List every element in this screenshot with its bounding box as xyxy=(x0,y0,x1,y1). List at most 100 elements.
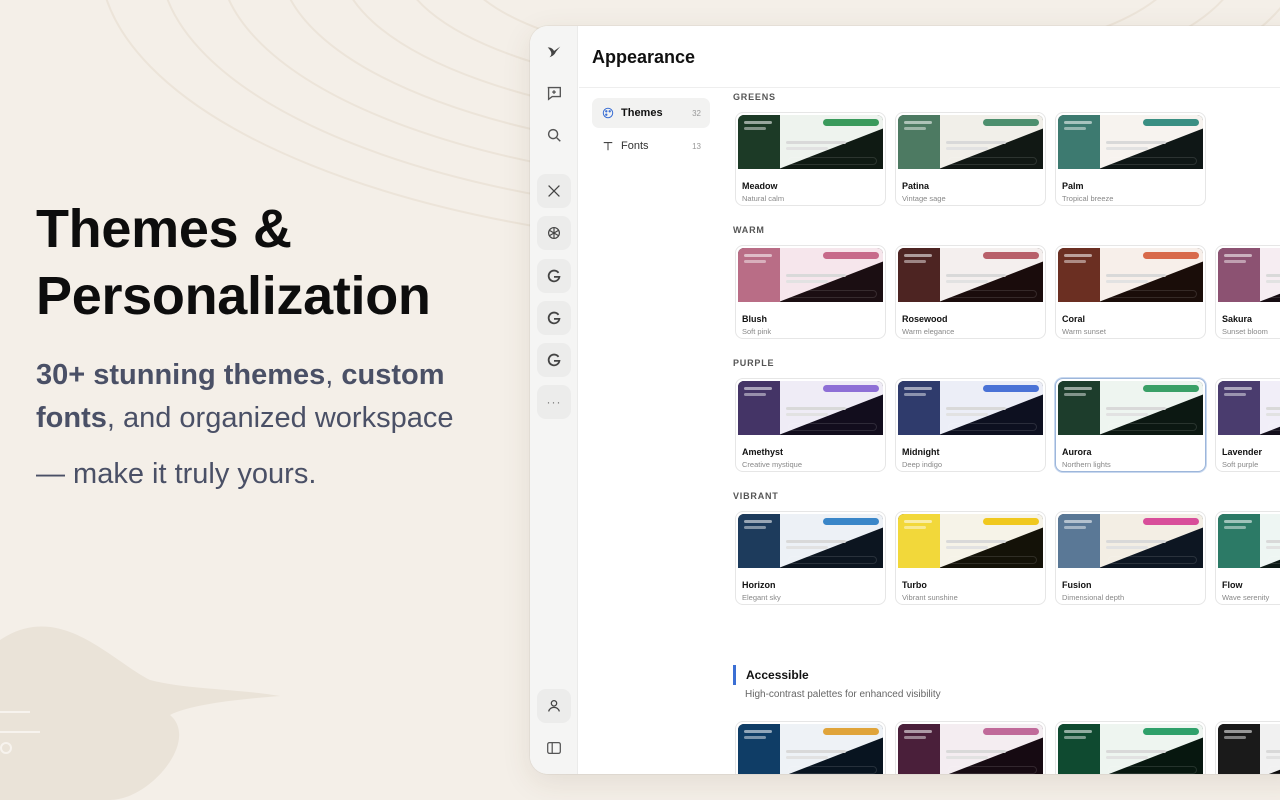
theme-card[interactable]: Palm Tropical breeze xyxy=(1055,112,1206,206)
preview-line xyxy=(744,254,772,257)
theme-card[interactable]: Blush Soft pink xyxy=(735,245,886,339)
hero-tagline: — make it truly yours. xyxy=(36,458,317,490)
theme-card[interactable]: Amethyst Creative mystique xyxy=(735,378,886,472)
theme-preview xyxy=(738,514,883,568)
preview-line xyxy=(1266,756,1280,759)
theme-desc: Vibrant sunshine xyxy=(902,593,958,602)
palette-icon xyxy=(601,106,615,120)
google-icon[interactable] xyxy=(537,301,571,335)
theme-card[interactable]: Lavender Soft purple xyxy=(1215,378,1280,472)
theme-name: Fusion xyxy=(1062,580,1092,590)
app-window: ··· Appearance Themes 32 Fonts 13 GREENS… xyxy=(530,26,1280,774)
preview-line xyxy=(744,520,772,523)
preview-line xyxy=(1266,280,1280,283)
section-label-purple: PURPLE xyxy=(733,358,775,368)
preview-accent xyxy=(823,518,879,525)
theme-desc: Sunset bloom xyxy=(1222,327,1268,336)
theme-preview xyxy=(1218,248,1280,302)
theme-card[interactable]: Horizon Elegant sky xyxy=(735,511,886,605)
preview-line xyxy=(1224,526,1246,529)
theme-preview xyxy=(898,724,1043,774)
preview-line xyxy=(1224,520,1252,523)
new-chat-icon[interactable] xyxy=(537,76,571,110)
user-icon[interactable] xyxy=(537,689,571,723)
preview-input xyxy=(948,423,1037,431)
theme-row: Meadow Natural calm Patina Vintage sage Palm… xyxy=(735,112,1206,206)
sidebar-toggle-icon[interactable] xyxy=(537,731,571,765)
theme-card[interactable]: Noir xyxy=(1215,721,1280,774)
theme-name: Turbo xyxy=(902,580,927,590)
preview-line xyxy=(946,756,988,759)
preview-line xyxy=(904,260,926,263)
subnav-item-themes[interactable]: Themes 32 xyxy=(592,98,710,128)
theme-name: Flow xyxy=(1222,580,1243,590)
theme-preview xyxy=(1058,381,1203,435)
preview-line xyxy=(744,736,766,739)
theme-name: Horizon xyxy=(742,580,776,590)
theme-card[interactable]: Coral Warm sunset xyxy=(1055,245,1206,339)
search-icon[interactable] xyxy=(537,118,571,152)
x-icon[interactable] xyxy=(537,174,571,208)
preview-line xyxy=(946,540,1006,543)
theme-card[interactable]: Rosewood Warm elegance xyxy=(895,245,1046,339)
preview-line xyxy=(786,407,846,410)
google-icon[interactable] xyxy=(537,259,571,293)
preview-line xyxy=(786,413,828,416)
theme-preview xyxy=(1058,248,1203,302)
subnav-item-fonts[interactable]: Fonts 13 xyxy=(592,131,710,161)
preview-line xyxy=(904,730,932,733)
more-icon[interactable]: ··· xyxy=(537,385,571,419)
theme-name: Coral xyxy=(1062,314,1086,324)
theme-card[interactable]: Fusion Dimensional depth xyxy=(1055,511,1206,605)
theme-card[interactable]: Patina Vintage sage xyxy=(895,112,1046,206)
subnav-count: 32 xyxy=(692,108,701,118)
preview-input xyxy=(1268,290,1280,298)
bird-logo-icon[interactable] xyxy=(537,34,571,68)
preview-line xyxy=(1224,254,1252,257)
preview-line xyxy=(904,520,932,523)
google-icon[interactable] xyxy=(537,343,571,377)
subnav-label: Fonts xyxy=(621,140,649,152)
preview-input xyxy=(788,290,877,298)
preview-input xyxy=(788,157,877,165)
theme-card[interactable]: Meadow Natural calm xyxy=(735,112,886,206)
preview-line xyxy=(946,413,988,416)
theme-card[interactable]: Sakura Sunset bloom xyxy=(1215,245,1280,339)
theme-name: Amethyst xyxy=(742,447,784,457)
hero-subtitle: 30+ stunning themes, custom fonts, and or… xyxy=(36,359,454,434)
theme-preview xyxy=(1058,115,1203,169)
preview-line xyxy=(1064,736,1086,739)
theme-card[interactable]: Aurora Northern lights xyxy=(1055,378,1206,472)
preview-input xyxy=(788,556,877,564)
theme-desc: Warm sunset xyxy=(1062,327,1106,336)
theme-card[interactable]: Clarity xyxy=(735,721,886,774)
type-icon xyxy=(601,139,615,153)
theme-preview xyxy=(738,115,883,169)
theme-name: Lavender xyxy=(1222,447,1263,457)
theme-card[interactable]: Frost xyxy=(1055,721,1206,774)
openai-icon[interactable] xyxy=(537,216,571,250)
section-label-vibrant: VIBRANT xyxy=(733,491,779,501)
preview-line xyxy=(904,127,926,130)
theme-desc: Soft purple xyxy=(1222,460,1259,469)
theme-card[interactable]: Dusk xyxy=(895,721,1046,774)
theme-card[interactable]: Turbo Vibrant sunshine xyxy=(895,511,1046,605)
page-title: Appearance xyxy=(592,47,696,67)
theme-preview xyxy=(898,514,1043,568)
preview-line xyxy=(744,260,766,263)
preview-line xyxy=(904,736,926,739)
theme-card[interactable]: Flow Wave serenity xyxy=(1215,511,1280,605)
preview-input xyxy=(1108,157,1197,165)
theme-preview xyxy=(1218,381,1280,435)
preview-line xyxy=(946,546,988,549)
preview-line xyxy=(946,407,1006,410)
preview-line xyxy=(1224,393,1246,396)
section-label-warm: WARM xyxy=(733,225,765,235)
preview-accent xyxy=(1143,385,1199,392)
theme-card[interactable]: Midnight Deep indigo xyxy=(895,378,1046,472)
preview-line xyxy=(1106,540,1166,543)
preview-line xyxy=(904,254,932,257)
theme-name: Meadow xyxy=(742,181,778,191)
preview-accent xyxy=(983,385,1039,392)
theme-preview xyxy=(738,381,883,435)
